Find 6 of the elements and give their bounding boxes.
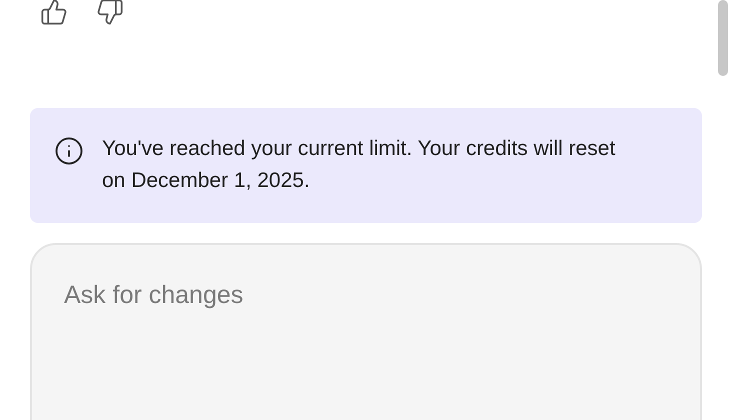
scrollbar-thumb[interactable] (718, 0, 728, 76)
limit-notice-text: You've reached your current limit. Your credits will reset on December 1, 2025. (102, 136, 616, 194)
info-icon (54, 136, 84, 166)
chat-input-field[interactable]: Ask for changes (30, 243, 702, 420)
thumbs-up-icon[interactable] (40, 0, 68, 26)
thumbs-down-icon[interactable] (96, 0, 124, 26)
